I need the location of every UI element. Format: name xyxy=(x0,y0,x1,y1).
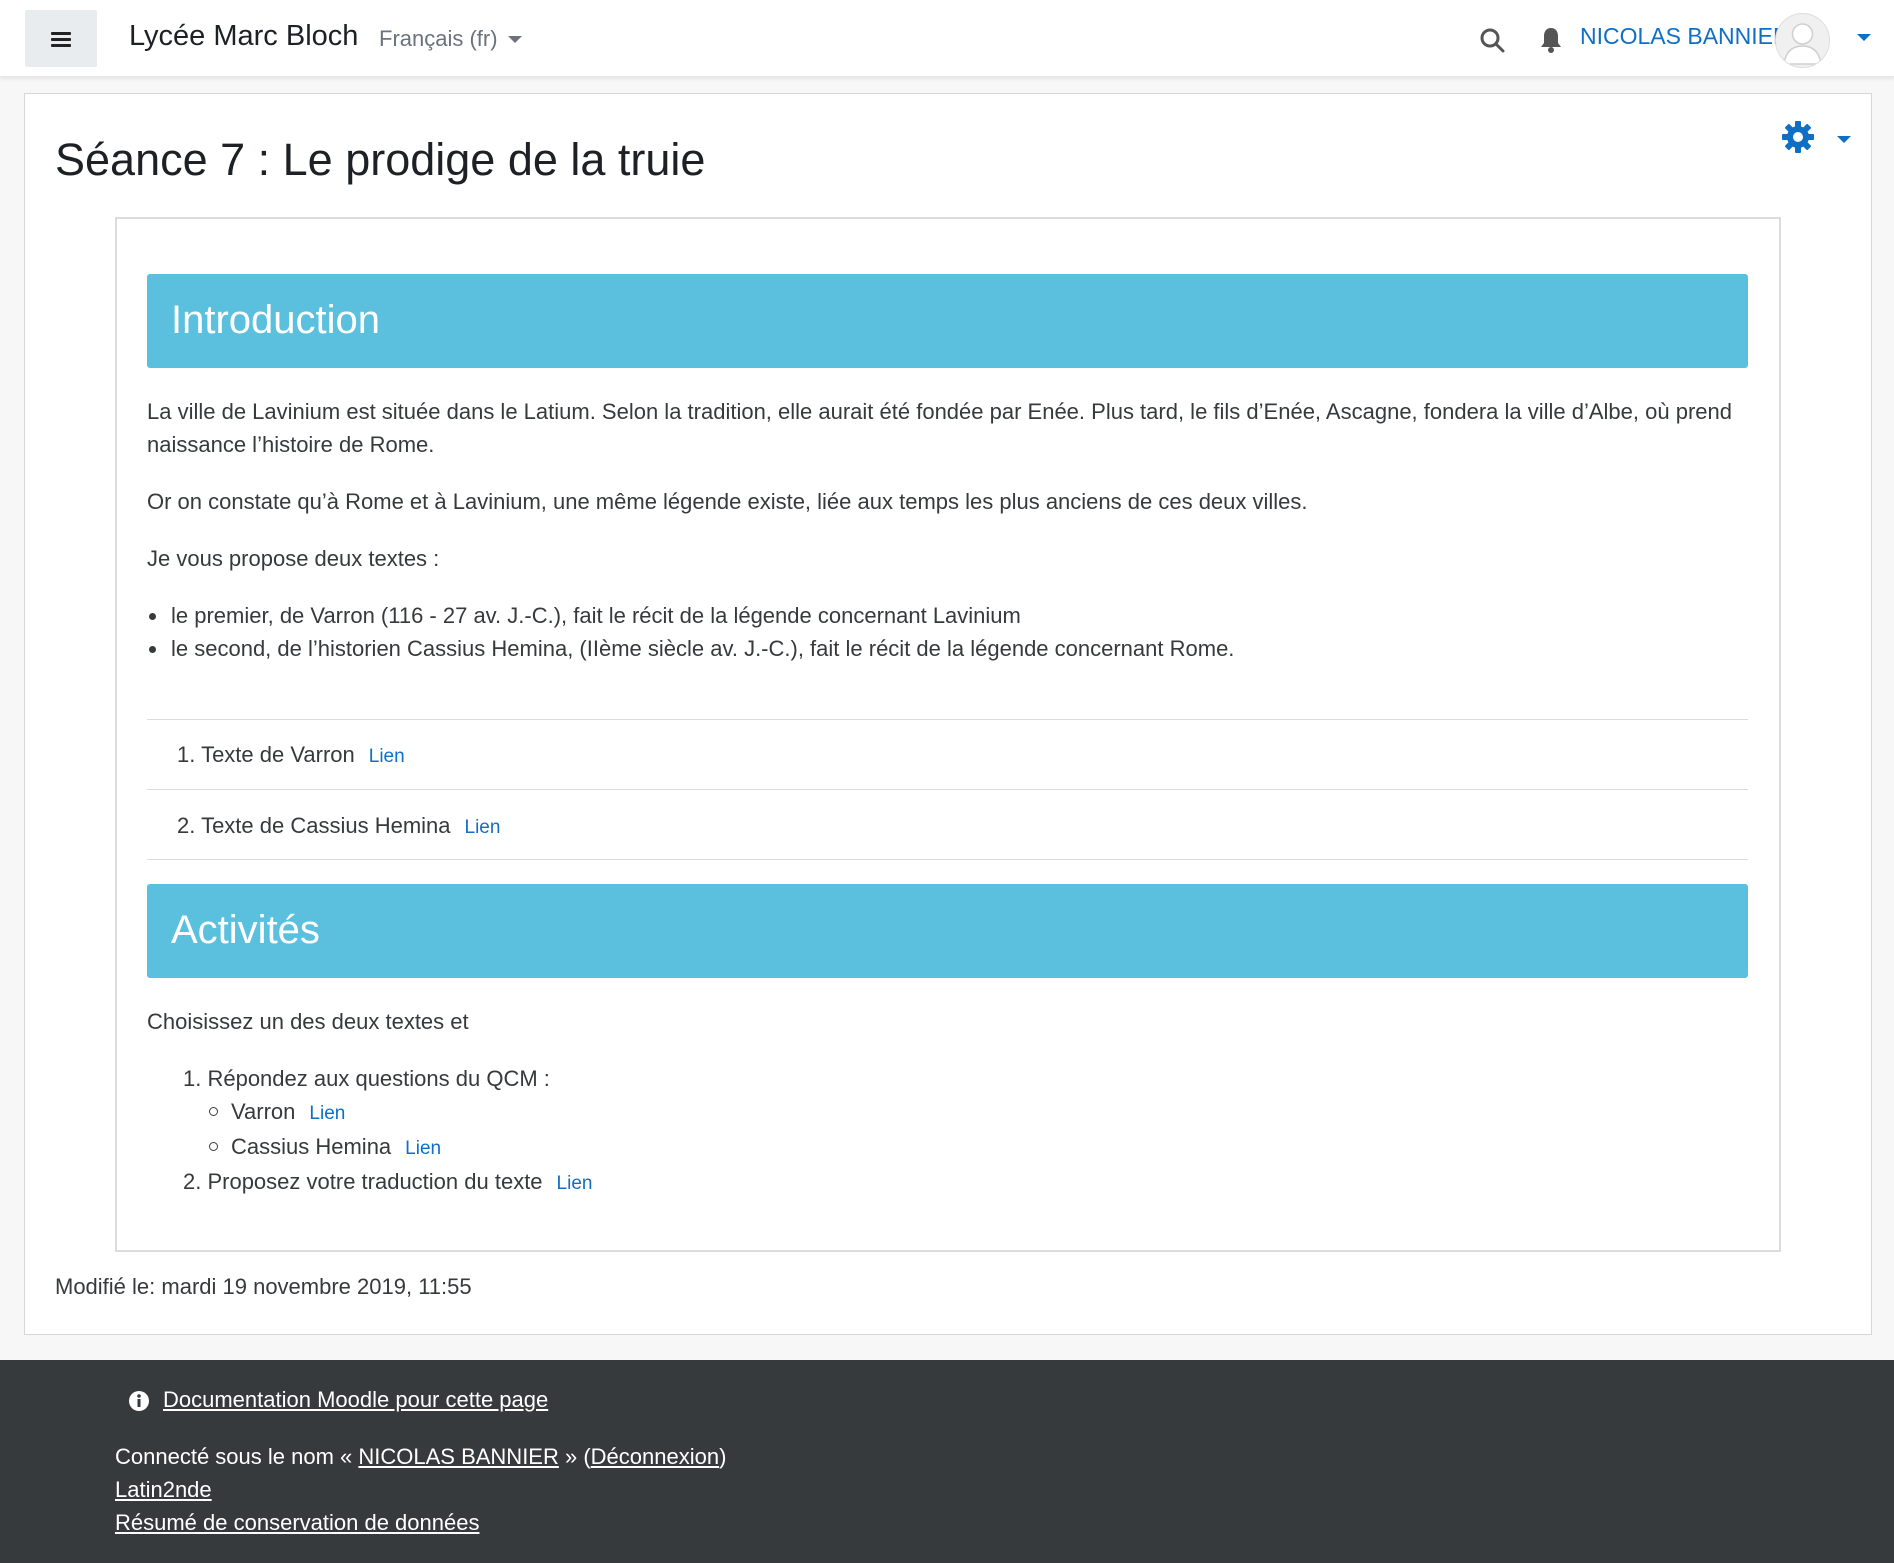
divider xyxy=(147,859,1748,860)
activities-banner: Activités xyxy=(147,884,1748,978)
avatar[interactable] xyxy=(1775,13,1830,68)
main-content-card: Séance 7 : Le prodige de la truie Introd… xyxy=(24,93,1872,1335)
qcm-varron-item: Varron Lien xyxy=(207,1095,592,1130)
list-item: le premier, de Varron (116 - 27 av. J.-C… xyxy=(147,599,1234,632)
text-cassius-label: 2. Texte de Cassius Hemina xyxy=(177,813,451,838)
text-varron-link[interactable]: Lien xyxy=(369,746,405,767)
list-item: le second, de l’historien Cassius Hemina… xyxy=(147,632,1234,665)
activities-heading: Activités xyxy=(171,908,320,952)
qcm-cassius-label: Cassius Hemina xyxy=(231,1134,392,1159)
intro-paragraph-2: Or on constate qu’à Rome et à Lavinium, … xyxy=(147,489,1308,514)
language-label: Français (fr) xyxy=(379,26,498,51)
activity-item-translation: 2. Proposez votre traduction du texte Lie… xyxy=(183,1165,592,1200)
moodle-docs-link[interactable]: Documentation Moodle pour cette page xyxy=(163,1387,548,1413)
qcm-varron-label: Varron xyxy=(231,1099,296,1124)
gear-icon[interactable] xyxy=(1780,119,1816,155)
site-brand[interactable]: Lycée Marc Bloch xyxy=(129,20,358,53)
page-content-box: Introduction La ville de Lavinium est si… xyxy=(115,217,1781,1252)
text-cassius-row: 2. Texte de Cassius Hemina Lien xyxy=(177,813,500,839)
hamburger-icon xyxy=(51,31,71,47)
qcm-varron-link[interactable]: Lien xyxy=(309,1103,345,1124)
user-menu-chevron-icon[interactable] xyxy=(1857,34,1871,41)
page-footer: Documentation Moodle pour cette page Con… xyxy=(0,1360,1894,1563)
activity-item-qcm: 1. Répondez aux questions du QCM : xyxy=(183,1066,550,1091)
introduction-banner: Introduction xyxy=(147,274,1748,368)
logged-middle: » ( xyxy=(558,1444,591,1469)
data-retention-link[interactable]: Résumé de conservation de données xyxy=(115,1510,479,1536)
translation-label: 2. Proposez votre traduction du texte xyxy=(183,1169,543,1194)
info-icon xyxy=(129,1391,149,1411)
translation-link[interactable]: Lien xyxy=(557,1173,593,1194)
intro-paragraph-3: Je vous propose deux textes : xyxy=(147,546,440,571)
page-title: Séance 7 : Le prodige de la truie xyxy=(55,134,706,185)
chevron-down-icon xyxy=(507,35,522,43)
logged-prefix: Connecté sous le nom « xyxy=(115,1444,359,1469)
intro-paragraph-1: La ville de Lavinium est située dans le … xyxy=(147,399,1732,457)
text-varron-row: 1. Texte de Varron Lien xyxy=(177,742,405,768)
settings-chevron-icon[interactable] xyxy=(1837,136,1851,143)
qcm-cassius-link[interactable]: Lien xyxy=(405,1138,441,1159)
logged-suffix: ) xyxy=(719,1444,727,1469)
divider xyxy=(147,789,1748,790)
logout-link[interactable]: Déconnexion xyxy=(591,1444,719,1469)
user-avatar-icon xyxy=(1783,23,1822,65)
course-link[interactable]: Latin2nde xyxy=(115,1477,212,1503)
user-menu-name[interactable]: NICOLAS BANNIER xyxy=(1580,23,1790,50)
last-modified: Modifié le: mardi 19 novembre 2019, 11:5… xyxy=(55,1274,472,1299)
intro-bullet-list: le premier, de Varron (116 - 27 av. J.-C… xyxy=(147,599,1234,665)
text-varron-label: 1. Texte de Varron xyxy=(177,742,355,767)
language-selector[interactable]: Français (fr) xyxy=(379,26,522,52)
activities-list: 1. Répondez aux questions du QCM : Varro… xyxy=(183,1062,592,1200)
footer-user-link[interactable]: NICOLAS BANNIER xyxy=(358,1444,559,1469)
activities-intro: Choisissez un des deux textes et xyxy=(147,1009,469,1034)
top-navbar: Lycée Marc Bloch Français (fr) NICOLAS B… xyxy=(0,0,1894,77)
menu-toggle-button[interactable] xyxy=(25,10,97,67)
qcm-cassius-item: Cassius Hemina Lien xyxy=(207,1130,592,1165)
search-icon[interactable] xyxy=(1479,27,1505,53)
bell-icon[interactable] xyxy=(1538,26,1564,54)
introduction-heading: Introduction xyxy=(171,298,381,342)
text-cassius-link[interactable]: Lien xyxy=(465,817,501,838)
divider xyxy=(147,719,1748,720)
logged-in-info: Connecté sous le nom « NICOLAS BANNIER »… xyxy=(115,1444,726,1470)
